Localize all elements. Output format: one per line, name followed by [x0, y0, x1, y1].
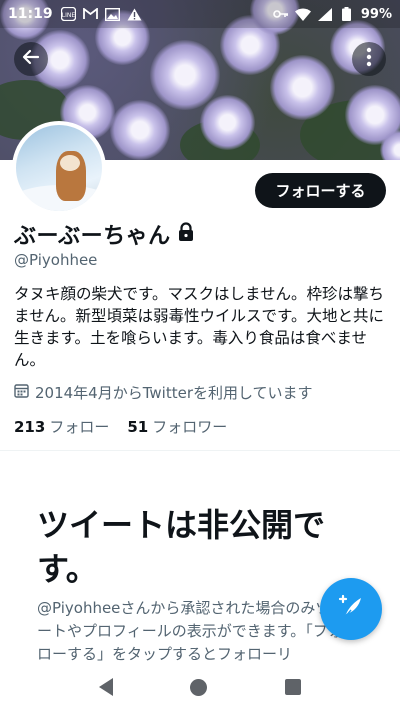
nav-back-icon[interactable]: [98, 678, 113, 696]
more-options-button[interactable]: [352, 42, 386, 76]
compose-tweet-icon: [337, 593, 365, 625]
followers-count: 51: [127, 418, 149, 436]
followers-label: フォロワー: [152, 418, 228, 436]
back-button[interactable]: [14, 42, 48, 76]
display-name: ぶーぶーちゃん: [14, 224, 171, 249]
calendar-icon: [14, 383, 29, 402]
lock-icon: [177, 222, 195, 246]
avatar[interactable]: [12, 121, 106, 215]
battery-percent: 99%: [360, 6, 392, 22]
status-bar: 11:19 LINE 99%: [0, 0, 400, 28]
nav-recents-icon[interactable]: [285, 679, 302, 695]
signal-icon: [317, 7, 333, 21]
user-handle: @Piyohhee: [14, 251, 98, 269]
more-vertical-icon: [366, 47, 372, 71]
compose-tweet-button[interactable]: [320, 578, 382, 640]
battery-icon: [339, 7, 355, 21]
follow-stats: 213 フォロー 51 フォロワー: [14, 416, 227, 437]
wifi-icon: [294, 7, 311, 21]
system-nav-bar: [0, 663, 400, 711]
profile-bio: タヌキ顔の柴犬です。マスクはしません。枠珍は撃ちません。新型頃菜は弱毒性ウイルス…: [14, 285, 384, 369]
arrow-left-icon: [21, 47, 41, 71]
followers-link[interactable]: 51 フォロワー: [127, 416, 227, 437]
line-icon: LINE: [61, 7, 77, 21]
following-link[interactable]: 213 フォロー: [14, 416, 109, 437]
status-time: 11:19: [8, 6, 53, 22]
gmail-icon: [83, 7, 99, 21]
follow-button[interactable]: フォローする: [255, 173, 386, 208]
photo-icon: [105, 7, 121, 21]
following-label: フォロー: [49, 418, 110, 436]
nav-home-icon[interactable]: [190, 678, 208, 696]
divider: [0, 450, 400, 451]
name-row: ぶーぶーちゃん: [14, 218, 195, 250]
joined-date: 2014年4月からTwitterを利用しています: [14, 382, 313, 403]
protected-description: @Piyohheeさんから承認された場合のみツイートやプロフィールの表示ができま…: [37, 599, 346, 663]
svg-text:LINE: LINE: [62, 12, 76, 19]
key-icon: [273, 7, 289, 21]
joined-text: 2014年4月からTwitterを利用しています: [35, 384, 313, 402]
protected-title: ツイートは非公開です。: [37, 506, 326, 588]
following-count: 213: [14, 418, 46, 436]
warning-icon: [127, 7, 143, 21]
